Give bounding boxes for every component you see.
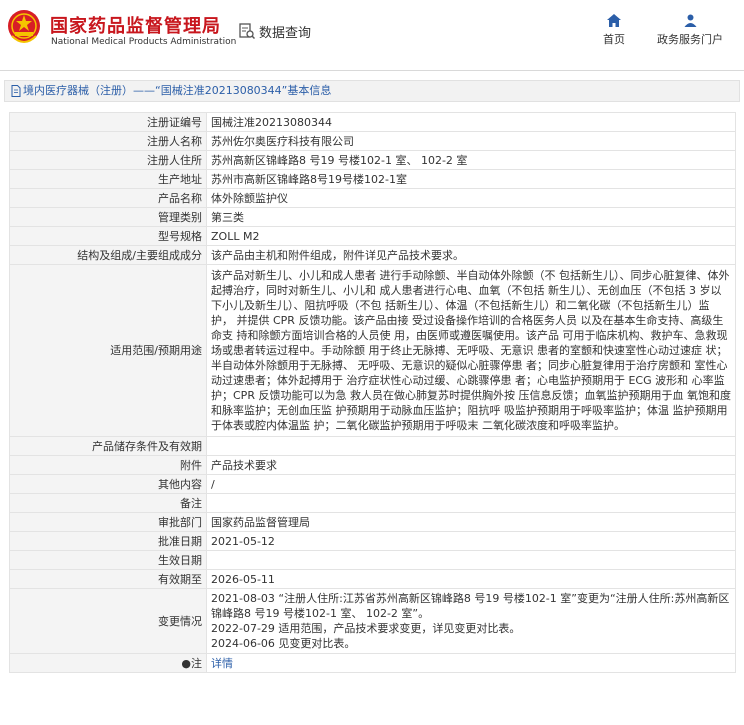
site-title-en: National Medical Products Administration	[51, 37, 237, 47]
table-row: 管理类别 第三类	[9, 207, 736, 227]
search-document-icon	[239, 23, 256, 40]
note-label: 注	[191, 656, 202, 670]
table-row: 注册证编号 国械注准20213080344	[9, 112, 736, 132]
field-value: ZOLL M2	[206, 226, 736, 246]
field-value: 2026-05-11	[206, 569, 736, 589]
field-value: 苏州市高新区锦峰路8号19号楼102-1室	[206, 169, 736, 189]
field-value: 苏州佐尔奥医疗科技有限公司	[206, 131, 736, 151]
field-label: 变更情况	[9, 588, 207, 654]
table-row: 结构及组成/主要组成成分 该产品由主机和附件组成，附件详见产品技术要求。	[9, 245, 736, 265]
table-row: 附件 产品技术要求	[9, 455, 736, 475]
header-divider	[0, 70, 744, 71]
field-value: 详情	[206, 653, 736, 673]
change-record: 2021-08-03 “注册人住所:江苏省苏州高新区锦峰路8 号19 号楼102…	[211, 592, 730, 620]
field-label: 注册证编号	[9, 112, 207, 132]
table-row: 产品名称 体外除颤监护仪	[9, 188, 736, 208]
table-row: 适用范围/预期用途 该产品对新生儿、小儿和成人患者 进行手动除颤、半自动体外除颤（…	[9, 264, 736, 437]
field-label: 型号规格	[9, 226, 207, 246]
field-value	[206, 493, 736, 513]
table-row: 批准日期 2021-05-12	[9, 531, 736, 551]
table-row: 变更情况 2021-08-03 “注册人住所:江苏省苏州高新区锦峰路8 号19 …	[9, 588, 736, 654]
table-row: 产品储存条件及有效期	[9, 436, 736, 456]
breadcrumb-text: 境内医疗器械（注册）——“国械注准20213080344”基本信息	[23, 84, 332, 97]
field-label: 产品储存条件及有效期	[9, 436, 207, 456]
table-row: 有效期至 2026-05-11	[9, 569, 736, 589]
field-value: 体外除颤监护仪	[206, 188, 736, 208]
field-label: 产品名称	[9, 188, 207, 208]
field-value	[206, 550, 736, 570]
table-row: 注册人住所 苏州高新区锦峰路8 号19 号楼102-1 室、 102-2 室	[9, 150, 736, 170]
registration-info-table: 注册证编号 国械注准20213080344 注册人名称 苏州佐尔奥医疗科技有限公司 …	[9, 112, 736, 673]
field-label: 其他内容	[9, 474, 207, 494]
document-icon	[11, 85, 21, 97]
field-value: /	[206, 474, 736, 494]
emblem-logo	[8, 10, 40, 43]
field-value: 2021-08-03 “注册人住所:江苏省苏州高新区锦峰路8 号19 号楼102…	[206, 588, 736, 654]
field-label: 适用范围/预期用途	[9, 264, 207, 437]
nav-home[interactable]: 首页	[598, 14, 630, 47]
field-value: 该产品对新生儿、小儿和成人患者 进行手动除颤、半自动体外除颤（不 包括新生儿）、…	[206, 264, 736, 437]
field-label: 批准日期	[9, 531, 207, 551]
field-value: 国械注准20213080344	[206, 112, 736, 132]
nav-home-label: 首页	[603, 33, 625, 46]
data-query-link[interactable]: 数据查询	[238, 20, 311, 42]
field-label: 生产地址	[9, 169, 207, 189]
field-label: 注册人住所	[9, 150, 207, 170]
field-value: 国家药品监督管理局	[206, 512, 736, 532]
home-icon	[607, 14, 621, 27]
field-label: 附件	[9, 455, 207, 475]
field-value: 产品技术要求	[206, 455, 736, 475]
table-row: 注册人名称 苏州佐尔奥医疗科技有限公司	[9, 131, 736, 151]
field-value: 2021-05-12	[206, 531, 736, 551]
details-link[interactable]: 详情	[211, 657, 233, 670]
user-icon	[684, 14, 696, 27]
field-label: 结构及组成/主要组成成分	[9, 245, 207, 265]
table-row: 型号规格 ZOLL M2	[9, 226, 736, 246]
field-value: 苏州高新区锦峰路8 号19 号楼102-1 室、 102-2 室	[206, 150, 736, 170]
data-query-label: 数据查询	[259, 25, 312, 41]
field-label: 生效日期	[9, 550, 207, 570]
table-row: 生产地址 苏州市高新区锦峰路8号19号楼102-1室	[9, 169, 736, 189]
table-row: 备注	[9, 493, 736, 513]
table-row: 其他内容 /	[9, 474, 736, 494]
field-label: 审批部门	[9, 512, 207, 532]
field-label: 备注	[9, 493, 207, 513]
site-title: 国家药品监督管理局	[50, 16, 221, 37]
table-row: ●注 详情	[9, 653, 736, 673]
change-record: 2022-07-29 适用范围，产品技术要求变更，详见变更对比表。	[211, 622, 521, 635]
nav-service-label: 政务服务门户	[657, 33, 723, 46]
field-value	[206, 436, 736, 456]
table-row: 审批部门 国家药品监督管理局	[9, 512, 736, 532]
field-label: 有效期至	[9, 569, 207, 589]
site-header: 国家药品监督管理局 National Medical Products Admi…	[0, 0, 744, 62]
field-label: 注册人名称	[9, 131, 207, 151]
table-row: 生效日期	[9, 550, 736, 570]
change-record: 2024-06-06 见变更对比表。	[211, 637, 356, 650]
field-value: 第三类	[206, 207, 736, 227]
field-label: ●注	[9, 653, 207, 673]
location-pin-icon: ●	[181, 656, 191, 670]
field-value: 该产品由主机和附件组成，附件详见产品技术要求。	[206, 245, 736, 265]
breadcrumb: 境内医疗器械（注册）——“国械注准20213080344”基本信息	[4, 80, 740, 102]
field-label: 管理类别	[9, 207, 207, 227]
nav-service-portal[interactable]: 政务服务门户	[650, 14, 730, 47]
